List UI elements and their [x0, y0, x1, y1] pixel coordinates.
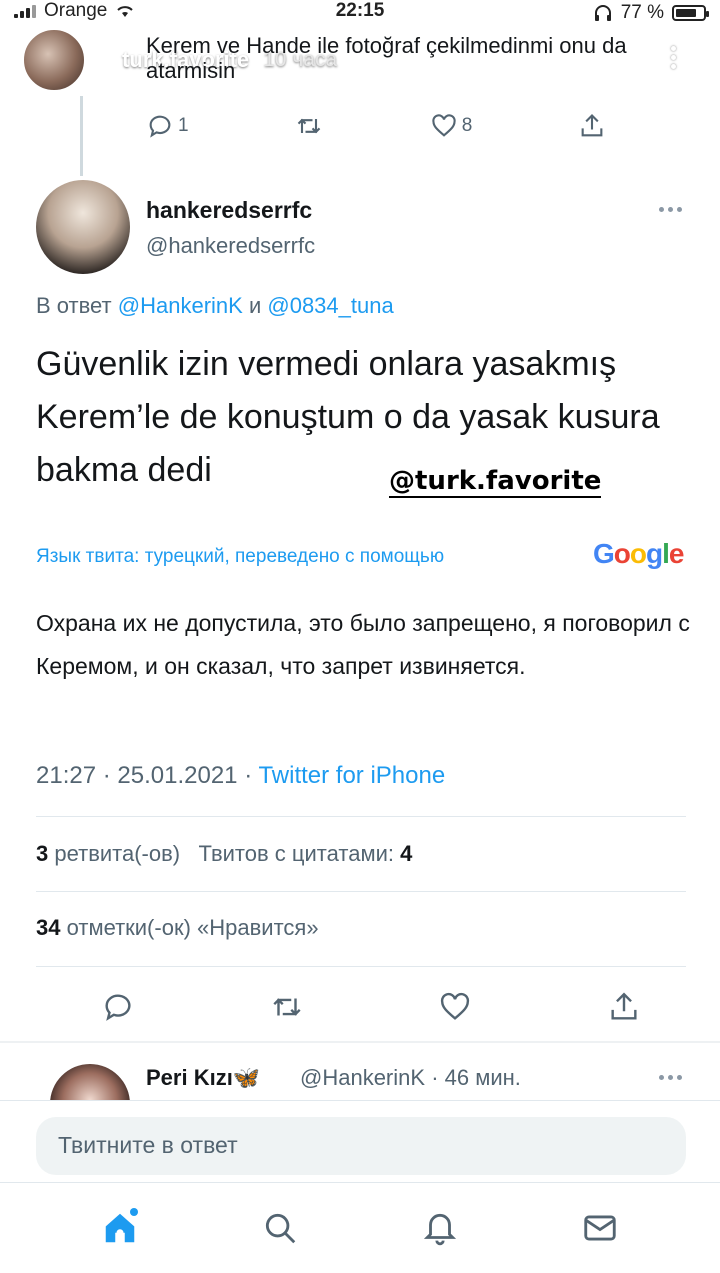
divider [36, 816, 686, 817]
nav-messages[interactable] [576, 1204, 624, 1252]
search-icon [265, 1213, 296, 1244]
like-button[interactable] [433, 985, 477, 1029]
retweet-icon [297, 118, 321, 134]
tweet-meta: 21:27 · 25.01.2021 · Twitter for iPhone [36, 762, 445, 790]
reply-icon [105, 994, 131, 1021]
nav-home[interactable] [96, 1204, 144, 1252]
share-button[interactable] [602, 985, 646, 1029]
section-divider [0, 1041, 720, 1043]
parent-tweet-text: Kerem ve Hande ile fotoğraf çekilmedinmi… [146, 33, 627, 83]
like-icon [441, 992, 470, 1020]
share-icon [581, 114, 603, 137]
translation-note[interactable]: Язык твита: турецкий, переведено с помощ… [36, 546, 444, 568]
nav-search[interactable] [256, 1204, 304, 1252]
story-avatar[interactable] [22, 28, 86, 92]
parent-share-button[interactable] [578, 112, 606, 140]
parent-reply-button[interactable]: 1 [146, 112, 189, 140]
reply-input[interactable]: Твитните в ответ [36, 1117, 686, 1175]
likes-label: отметки(-ок) «Нравится» [66, 915, 319, 940]
battery-percent: 77 % [620, 2, 664, 23]
divider [36, 891, 686, 892]
quotes-label: Твитов с цитатами: [198, 841, 394, 866]
bottom-nav [0, 1182, 720, 1273]
likes-count: 34 [36, 915, 61, 940]
meta-separator-2: · [244, 762, 253, 789]
retweet-icon [273, 998, 301, 1016]
mention-link-2[interactable]: @0834_tuna [267, 293, 393, 318]
reply-joiner: и [248, 293, 262, 318]
likes-stats[interactable]: 34 отметки(-ок) «Нравится» [36, 915, 319, 941]
reply-author-meta: @HankerinK · 46 мин. [300, 1065, 521, 1091]
reply-author-name-text: Peri Kızı [146, 1065, 233, 1090]
parent-reply-count: 1 [178, 115, 189, 136]
status-bar: Orange 22:15 77 % [0, 0, 720, 26]
retweet-stats[interactable]: 3 ретвита(-ов) Твитов с цитатами: 4 [36, 841, 412, 867]
parent-like-button[interactable]: 8 [430, 112, 473, 140]
butterfly-icon: 🦋 [232, 1065, 261, 1090]
thread-line [80, 96, 83, 176]
parent-tweet-actions: 1 8 [146, 112, 606, 140]
share-icon [611, 992, 637, 1020]
watermark-text: @turk.favorite [389, 466, 602, 498]
parent-like-count: 8 [461, 115, 473, 136]
retweets-count: 3 [36, 841, 49, 866]
reply-button[interactable] [96, 985, 140, 1029]
reply-prefix: В ответ [36, 293, 112, 318]
quotes-count: 4 [400, 841, 413, 866]
meta-separator-1: · [102, 762, 111, 789]
tweet-date: 25.01.2021 [117, 762, 238, 789]
tweet-source-link[interactable]: Twitter for iPhone [258, 762, 445, 789]
home-notification-dot [130, 1208, 138, 1216]
like-icon [432, 114, 456, 137]
google-logo: Google [593, 538, 684, 569]
tweet-author-handle[interactable]: @hankeredserrfc [146, 233, 315, 259]
reply-to-line: В ответ @HankerinK и @0834_tuna [36, 293, 394, 319]
parent-retweet-button[interactable] [294, 112, 324, 140]
status-right: 77 % [593, 2, 709, 24]
reply-author-name[interactable]: Peri Kızı🦋 [146, 1065, 260, 1091]
divider [36, 966, 686, 967]
tweet-author-avatar[interactable] [36, 180, 130, 274]
tweet-time: 21:27 [36, 762, 97, 789]
nav-notifications[interactable] [416, 1204, 464, 1252]
mail-icon [584, 1215, 616, 1241]
bell-icon [423, 1213, 457, 1246]
reply-author-handle[interactable]: @HankerinK [300, 1065, 425, 1090]
reply-icon [149, 115, 171, 138]
retweet-button[interactable] [265, 985, 309, 1029]
headphones-icon [594, 5, 611, 21]
tweet-author-name[interactable]: hankeredserrfc [146, 197, 312, 224]
reply-more-icon[interactable] [659, 1075, 682, 1080]
battery-icon [672, 5, 709, 21]
retweets-label: ретвита(-ов) [54, 841, 181, 866]
tweet-action-bar [96, 985, 646, 1029]
battery-level [676, 9, 697, 17]
mention-link-1[interactable]: @HankerinK [118, 293, 243, 318]
translated-text: Охрана их не допустила, это было запреще… [36, 610, 690, 679]
tweet-more-icon[interactable] [659, 207, 682, 212]
reply-composer-bar: Твитните в ответ [0, 1100, 720, 1182]
reply-time-ago: · 46 мин. [431, 1065, 521, 1090]
